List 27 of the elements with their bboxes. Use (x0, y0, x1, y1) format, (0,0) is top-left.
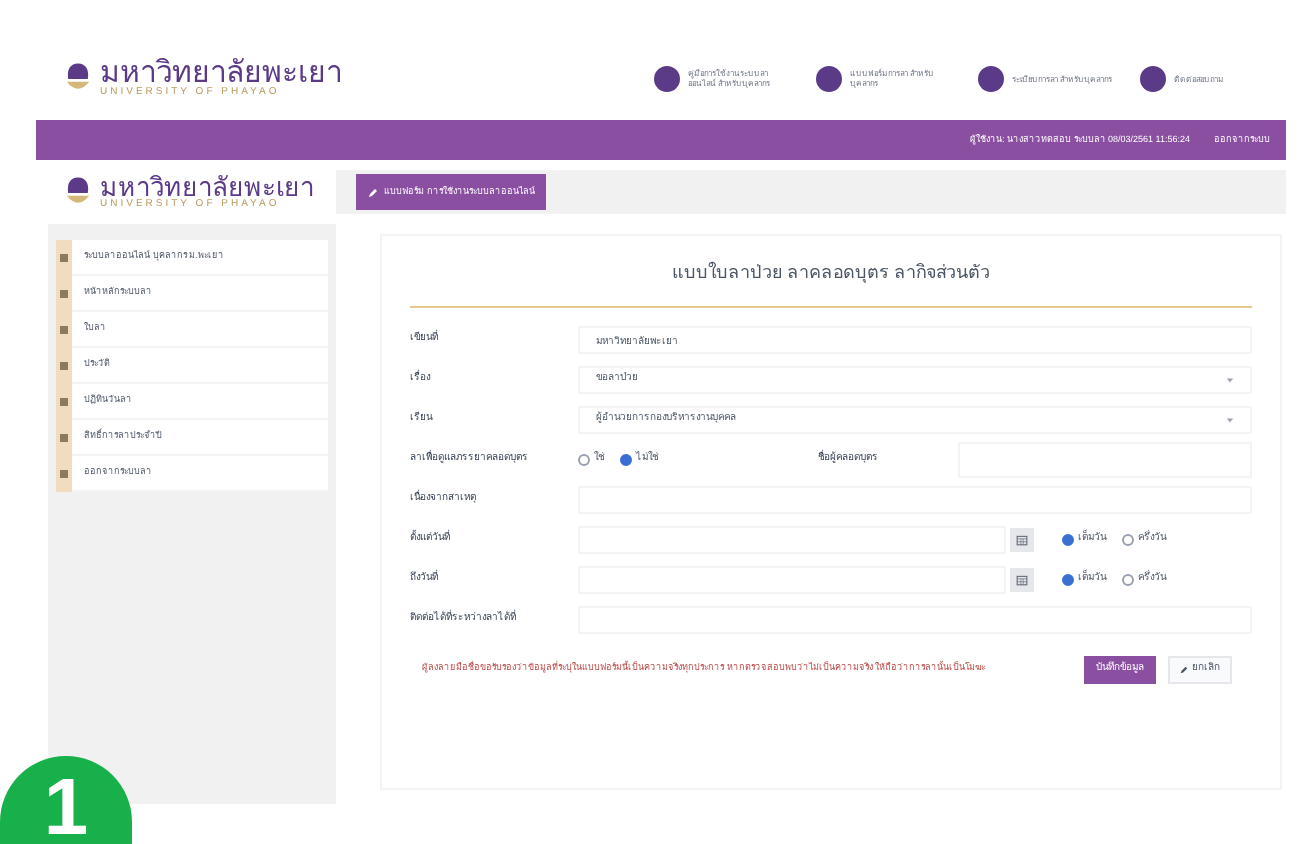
logo-title: มหาวิทยาลัยพะเยา (100, 58, 342, 88)
menu-icon (60, 397, 68, 405)
radio-button[interactable] (1122, 573, 1134, 585)
form-title: แบบใบลาป่วย ลาคลอดบุตร ลากิจส่วนตัว (410, 260, 1252, 307)
radio-button[interactable] (1122, 533, 1134, 545)
caret-icon (1226, 375, 1234, 383)
radio-button[interactable] (620, 453, 632, 465)
calendar-icon (1016, 533, 1028, 545)
menu-icon (60, 469, 68, 477)
caret-icon (1226, 415, 1234, 423)
pencil-icon (368, 187, 378, 197)
logo-title: มหาวิทยาลัยพะเยา (100, 174, 314, 200)
radio-button[interactable] (1062, 573, 1074, 585)
pencil-icon (1180, 665, 1188, 673)
emblem-icon (64, 61, 92, 95)
menu-icon (60, 325, 68, 333)
menu-icon (60, 433, 68, 441)
calendar-icon (1016, 573, 1028, 585)
calendar-button[interactable] (1010, 527, 1034, 551)
calendar-button[interactable] (1010, 567, 1034, 591)
radio-button[interactable] (578, 453, 590, 465)
menu-icon (60, 361, 68, 369)
emblem-icon (64, 175, 92, 209)
menu-icon (60, 253, 68, 261)
menu-icon (60, 289, 68, 297)
radio-button[interactable] (1062, 533, 1074, 545)
step-badge: 1 (0, 756, 132, 844)
